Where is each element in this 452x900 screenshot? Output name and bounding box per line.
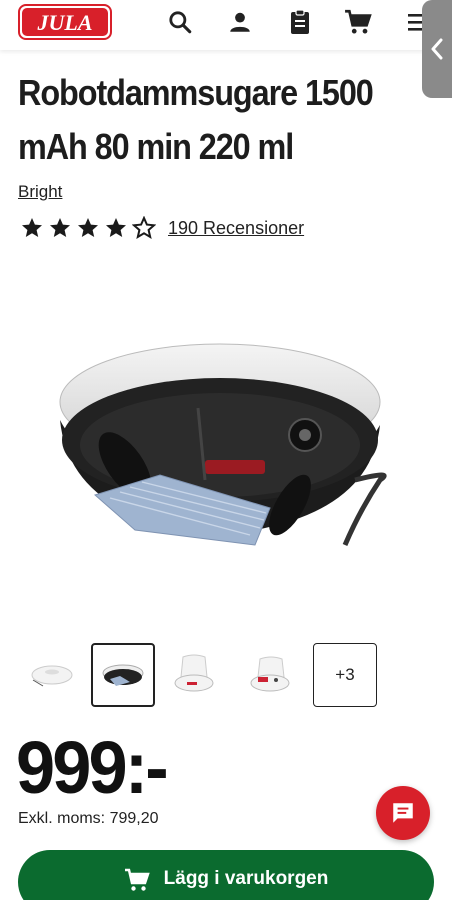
site-header: JULA [0,0,452,50]
thumbnail-4[interactable] [238,643,302,707]
svg-text:JULA: JULA [37,10,93,35]
chat-icon [393,803,413,823]
product-rating[interactable]: 190 Recensioner [20,216,304,240]
star-filled-icon [106,218,126,237]
rating-stars [20,216,156,240]
product-main-image[interactable] [50,330,402,560]
star-filled-icon [50,218,70,237]
thumbnail-3[interactable] [162,643,226,707]
add-to-cart-label: Lägg i varukorgen [163,868,329,889]
brand-link[interactable]: Bright [18,182,62,202]
star-empty-icon [132,216,156,240]
add-to-cart-button[interactable]: Lägg i varukorgen [18,850,434,900]
star-filled-icon [22,218,42,237]
clipboard-icon[interactable] [286,8,314,36]
chat-button[interactable] [376,786,430,840]
price-excl-vat: Exkl. moms: 799,20 [18,810,159,827]
cart-icon [124,868,150,898]
search-icon[interactable] [166,8,194,36]
side-drawer-tab[interactable] [422,0,452,98]
cart-icon[interactable] [344,8,372,36]
more-images-button[interactable]: +3 [313,643,377,707]
star-filled-icon [78,218,98,237]
user-icon[interactable] [226,8,254,36]
chevron-left-icon [431,38,443,60]
thumbnail-1[interactable] [20,643,84,707]
reviews-link[interactable]: 190 Recensioner [168,218,304,239]
product-price: 999:- [16,726,169,809]
product-title: Robotdammsugare 1500 mAh 80 min 220 ml [18,72,374,167]
thumbnail-2-selected[interactable] [91,643,155,707]
jula-logo[interactable]: JULA [18,4,112,40]
